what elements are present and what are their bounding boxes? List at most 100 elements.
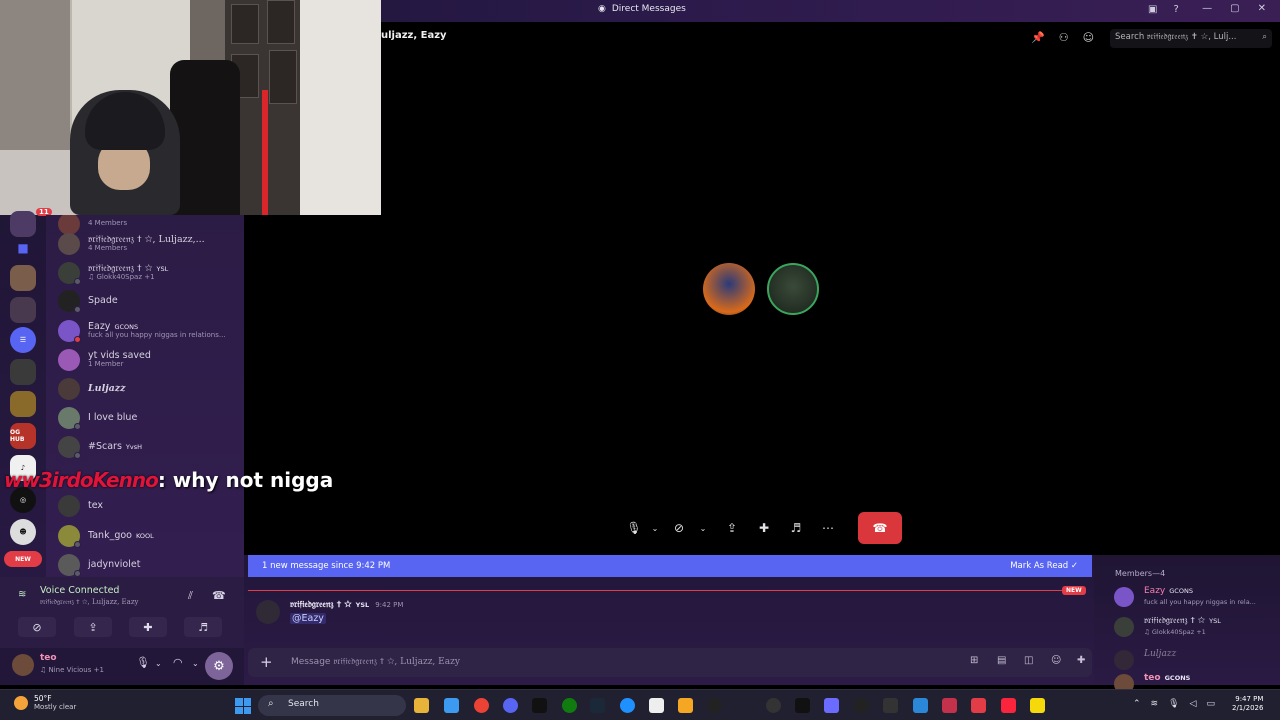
list-item[interactable]: 𝔳𝔯𝔦𝔣𝔦𝔢𝔡𝔤𝔯𝔢𝔢𝔫𝔷 ✝ ☆, Luljazz,... 4 Members	[58, 231, 242, 257]
list-item[interactable]: 𝔳𝔯𝔦𝔣𝔦𝔢𝔡𝔤𝔯𝔢𝔢𝔫𝔷 ✝ ☆ YSL ♫ Glokk40Spaz +1	[58, 260, 242, 286]
camera-button[interactable]: ⊘	[664, 512, 694, 544]
steam-icon[interactable]	[590, 698, 605, 713]
server-icon[interactable]	[10, 297, 36, 323]
minimize-button[interactable]: —	[1202, 3, 1212, 14]
sticker-icon[interactable]: ◫	[1024, 655, 1033, 666]
mark-as-read-button[interactable]: Mark As Read ✓	[1010, 561, 1078, 571]
list-item[interactable]: Eazy GCONS fuck all you happy niggas in re…	[58, 318, 242, 344]
app-icon[interactable]	[824, 698, 839, 713]
app-icon[interactable]	[532, 698, 547, 713]
participant-avatar-speaking[interactable]	[767, 263, 819, 315]
message-author[interactable]: 𝔳𝔯𝔦𝔣𝔦𝔢𝔡𝔤𝔯𝔢𝔢𝔫𝔷 ✝ ☆ YSL 9:42 PM	[290, 600, 403, 610]
app-icon[interactable]	[795, 698, 810, 713]
leave-call-button[interactable]: ☎	[858, 512, 902, 544]
discord-icon[interactable]	[503, 698, 518, 713]
settings-button[interactable]: ⚙	[205, 652, 233, 680]
member-item[interactable]: Luljazz	[1114, 649, 1274, 673]
camera-button[interactable]: ⊘	[18, 617, 56, 637]
participant-avatar[interactable]	[703, 263, 755, 315]
voice-status[interactable]: Voice Connected	[40, 585, 119, 596]
screenshare-button[interactable]: ⇪	[716, 512, 748, 544]
server-icon-og-hub[interactable]: OG HUB	[10, 423, 36, 449]
server-icon[interactable]: ☻	[10, 519, 36, 545]
chrome-icon[interactable]	[474, 698, 489, 713]
message-input[interactable]: + Message 𝔳𝔯𝔦𝔣𝔦𝔢𝔡𝔤𝔯𝔢𝔢𝔫𝔷 ✝ ☆, Luljazz, Ea…	[248, 648, 1092, 677]
chevron-up-icon[interactable]: ⌃	[1133, 699, 1141, 709]
search-input[interactable]: Search 𝔳𝔯𝔦𝔣𝔦𝔢𝔡𝔤𝔯𝔢𝔢𝔫𝔷 ✝ ☆, Lulj... ⌕	[1110, 29, 1272, 48]
soundboard-button[interactable]: ♬	[780, 512, 812, 544]
help-icon[interactable]: ?	[1173, 4, 1178, 15]
gif-icon[interactable]: ▤	[997, 655, 1006, 666]
members-icon[interactable]: ☺	[1083, 31, 1094, 44]
music-icon[interactable]	[1001, 698, 1016, 713]
list-item[interactable]: Luljazz	[58, 376, 242, 402]
member-item[interactable]: 𝔳𝔯𝔦𝔣𝔦𝔢𝔡𝔤𝔯𝔢𝔢𝔫𝔷 ✝ ☆ YSL ♫ Glokk40Spaz +1	[1114, 616, 1274, 640]
new-messages-bar[interactable]: 1 new message since 9:42 PM Mark As Read…	[248, 555, 1092, 577]
headphones-icon[interactable]: ◠	[173, 656, 183, 669]
apps-icon[interactable]: ✚	[1077, 655, 1085, 666]
start-button[interactable]	[235, 698, 251, 714]
screenshare-button[interactable]: ⇪	[74, 617, 112, 637]
list-item[interactable]: #Scars YvsH	[58, 434, 242, 460]
file-explorer-icon[interactable]	[414, 698, 429, 713]
app-icon[interactable]	[649, 698, 664, 713]
more-button[interactable]: ⋯	[812, 512, 844, 544]
pin-icon[interactable]: 📌	[1031, 31, 1045, 44]
list-item[interactable]: I love blue	[58, 405, 242, 431]
taskbar-search[interactable]: ⌕ Search	[258, 695, 406, 716]
new-pill[interactable]: NEW	[4, 551, 42, 567]
app-icon[interactable]	[707, 698, 722, 713]
server-icon[interactable]	[10, 391, 36, 417]
disconnect-icon[interactable]: ☎	[212, 589, 226, 602]
noise-suppression-icon[interactable]: ⫽	[188, 589, 193, 603]
activities-button[interactable]: ✚	[129, 617, 167, 637]
server-icon[interactable]: 11	[10, 208, 52, 237]
volume-icon[interactable]: ◁	[1190, 699, 1197, 709]
activities-button[interactable]: ✚	[748, 512, 780, 544]
add-member-icon[interactable]: ⚇	[1059, 31, 1069, 44]
list-item[interactable]: yt vids saved 1 Member	[58, 347, 242, 373]
folder-icon[interactable]: ■	[10, 235, 36, 261]
app-icon[interactable]	[883, 698, 898, 713]
store-icon[interactable]	[444, 698, 459, 713]
soundboard-button[interactable]: ♬	[184, 617, 222, 637]
mention[interactable]: @Eazy	[290, 613, 326, 624]
member-item[interactable]: Eazy GCONS fuck all you happy niggas in r…	[1114, 586, 1274, 610]
app-icon[interactable]	[854, 698, 869, 713]
microphone-icon[interactable]: 🎙	[136, 656, 150, 669]
list-item[interactable]: jadynviolet	[58, 552, 242, 577]
status-dot	[74, 452, 81, 459]
maximize-button[interactable]: ▢	[1230, 3, 1239, 14]
app-icon[interactable]	[913, 698, 928, 713]
app-icon[interactable]	[971, 698, 986, 713]
weather-widget[interactable]: 50°F Mostly clear	[14, 694, 76, 711]
microphone-button[interactable]: 🎙	[622, 512, 646, 544]
server-icon[interactable]	[10, 265, 36, 291]
chevron-down-icon[interactable]: ⌄	[192, 659, 199, 668]
list-item[interactable]: Tank_goo KOOL	[58, 523, 242, 549]
app-icon[interactable]	[942, 698, 957, 713]
list-item[interactable]: Spade	[58, 288, 242, 314]
avatar[interactable]	[12, 654, 34, 676]
battery-icon[interactable]: ▭	[1206, 699, 1215, 709]
browser-icon[interactable]	[620, 698, 635, 713]
server-icon[interactable]: ☰	[10, 327, 36, 353]
server-icon[interactable]	[10, 359, 36, 385]
microphone-icon[interactable]: 🎙	[1168, 699, 1179, 709]
app-icon[interactable]	[678, 698, 693, 713]
mic-options[interactable]: ⌄	[646, 512, 664, 544]
network-icon[interactable]: ≋	[1151, 699, 1159, 709]
list-item[interactable]: tex	[58, 493, 242, 519]
add-attachment-icon[interactable]: +	[260, 653, 273, 671]
camera-options[interactable]: ⌄	[694, 512, 712, 544]
xbox-icon[interactable]	[562, 698, 577, 713]
clock[interactable]: 9:47 PM 2/1/2026	[1232, 695, 1263, 714]
app-icon[interactable]	[1030, 698, 1045, 713]
emoji-icon[interactable]: ☺	[1051, 655, 1061, 666]
chevron-down-icon[interactable]: ⌄	[155, 659, 162, 668]
inbox-icon[interactable]: ▣	[1148, 4, 1157, 15]
avatar[interactable]	[256, 600, 280, 624]
close-button[interactable]: ✕	[1258, 3, 1266, 14]
app-icon[interactable]	[766, 698, 781, 713]
gift-icon[interactable]: ⊞	[970, 655, 978, 666]
